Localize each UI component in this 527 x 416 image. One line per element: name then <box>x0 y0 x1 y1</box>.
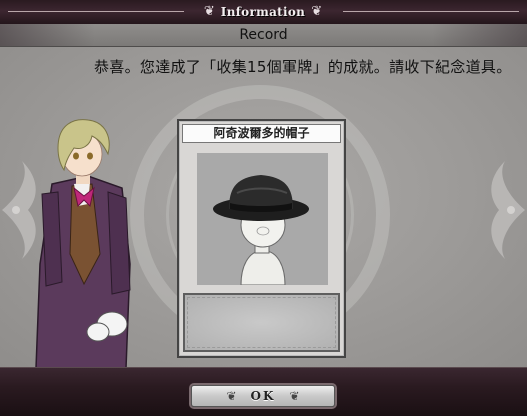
ok-button-label: OK <box>250 389 276 403</box>
title-plate: ❦ Information ❦ <box>186 3 340 21</box>
reward-item-image <box>197 153 328 286</box>
ornament-icon: ❦ <box>289 389 300 403</box>
ok-button[interactable]: ❦ OK ❦ <box>191 385 335 407</box>
top-frame-line-left <box>8 11 184 12</box>
top-frame: ❦ Information ❦ <box>0 0 527 25</box>
ornament-icon: ❦ <box>226 389 237 403</box>
scroll-ornament-icon: ❦ <box>311 4 323 19</box>
top-frame-line-right <box>343 11 519 12</box>
record-title: Record <box>239 27 288 43</box>
reward-item-card: 阿奇波爾多的帽子 <box>177 119 346 358</box>
reward-item-description-panel <box>183 293 340 352</box>
window-title: Information <box>220 5 306 19</box>
reward-item-name: 阿奇波爾多的帽子 <box>182 124 341 143</box>
achievement-message: 恭喜。您達成了「收集15個軍牌」的成就。請收下紀念道具。 <box>94 58 512 76</box>
hat-icon <box>213 175 309 286</box>
scroll-ornament-icon: ❦ <box>203 4 215 19</box>
record-bar: Record <box>0 24 527 47</box>
butler-character-portrait <box>35 119 131 368</box>
right-flourish-ornament <box>491 161 525 259</box>
